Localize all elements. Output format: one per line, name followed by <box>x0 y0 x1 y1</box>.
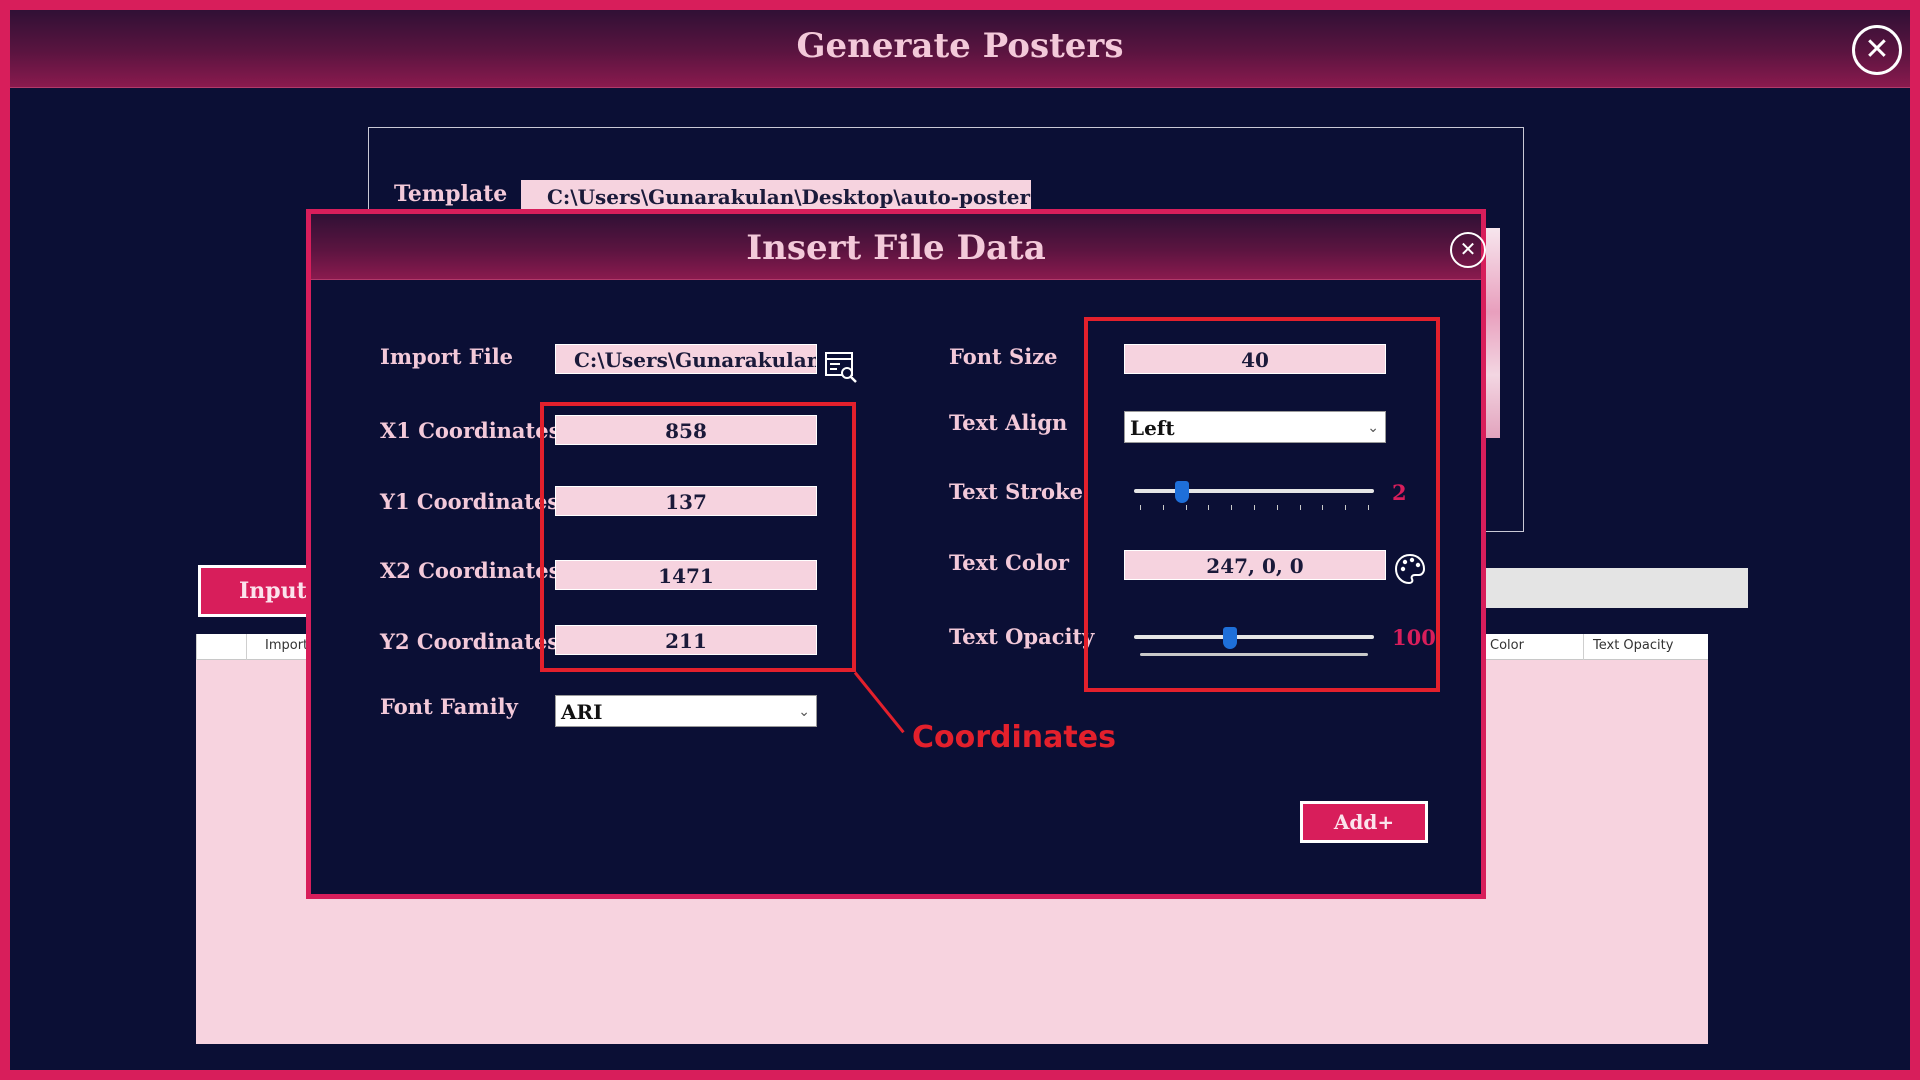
y2-coordinates-label: Y2 Coordinates <box>380 629 560 654</box>
window-title: Generate Posters <box>796 26 1124 66</box>
dialog-titlebar: Insert File Data <box>311 214 1481 280</box>
chevron-down-icon: ⌄ <box>798 704 810 720</box>
close-icon[interactable]: ✕ <box>1852 25 1902 75</box>
font-family-label: Font Family <box>380 694 518 719</box>
font-size-label: Font Size <box>949 344 1058 369</box>
browse-file-icon[interactable] <box>824 350 858 384</box>
text-stroke-label: Text Stroke <box>949 479 1083 504</box>
font-settings-highlight-box <box>1084 317 1440 692</box>
import-file-field[interactable]: C:\Users\Gunarakulan <box>555 344 817 374</box>
font-family-value: ARI <box>561 700 603 724</box>
x1-coordinates-label: X1 Coordinates <box>380 418 561 443</box>
text-color-label: Text Color <box>949 550 1069 575</box>
import-file-label: Import File <box>380 344 514 369</box>
dialog-close-icon[interactable]: ✕ <box>1450 232 1486 268</box>
text-align-label: Text Align <box>949 410 1068 435</box>
coordinates-highlight-box <box>540 402 856 672</box>
column-separator <box>196 634 197 660</box>
font-family-select[interactable]: ARI ⌄ <box>555 695 817 727</box>
x2-coordinates-label: X2 Coordinates <box>380 558 561 583</box>
column-separator <box>246 634 247 660</box>
window-titlebar: Generate Posters <box>10 10 1910 88</box>
dialog-title: Insert File Data <box>746 228 1046 268</box>
column-separator <box>1583 634 1584 660</box>
progress-bar <box>1458 568 1748 608</box>
text-opacity-label: Text Opacity <box>949 624 1095 649</box>
coordinates-callout-label: Coordinates <box>912 720 1116 755</box>
template-label: Template <box>394 181 508 207</box>
column-header-text-color[interactable]: Color <box>1490 638 1524 660</box>
add-button[interactable]: Add+ <box>1300 801 1428 843</box>
column-header-text-opacity[interactable]: Text Opacity <box>1593 638 1673 660</box>
y1-coordinates-label: Y1 Coordinates <box>380 489 560 514</box>
